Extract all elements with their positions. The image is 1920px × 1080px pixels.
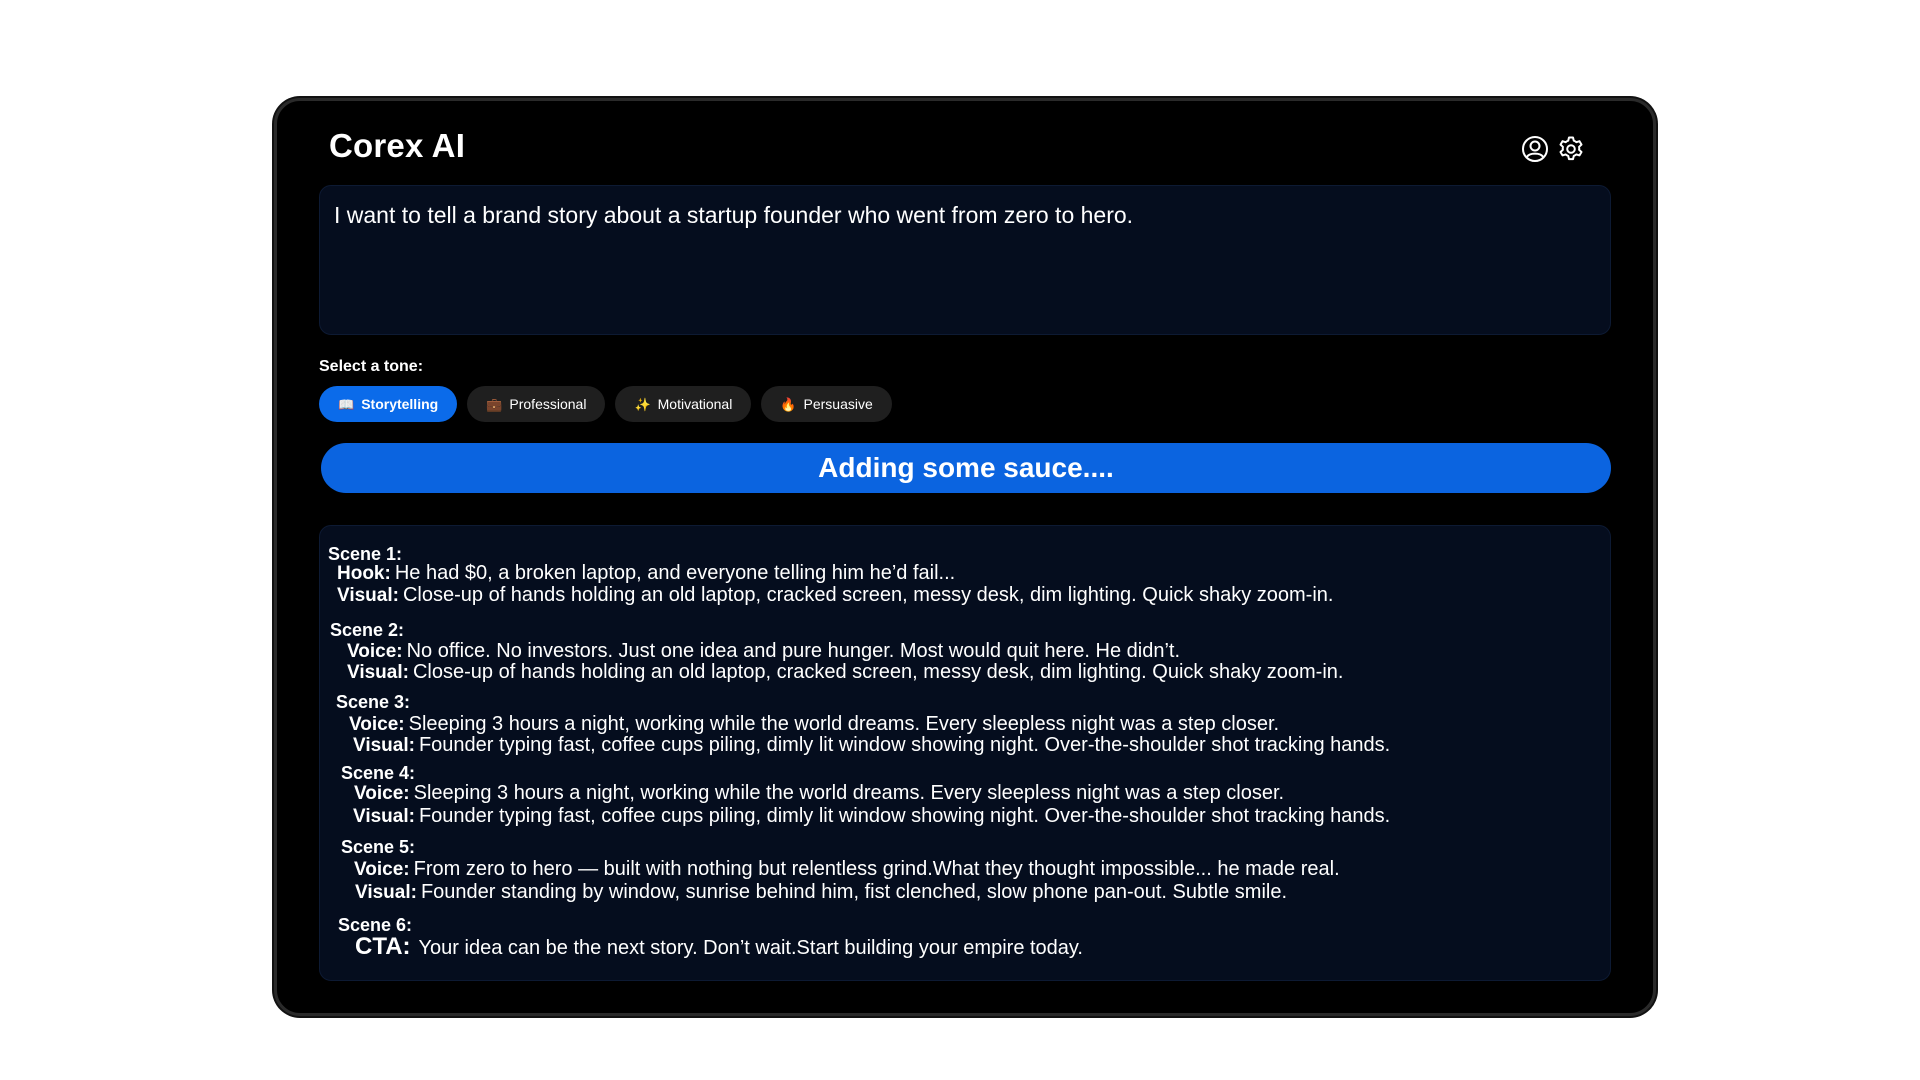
app-window: Corex AI I want to tell a brand story ab… <box>274 98 1656 1016</box>
generate-button-label: Adding some sauce.... <box>818 452 1114 483</box>
scene-line: Voice: From zero to hero — built with not… <box>354 858 1340 881</box>
line-key: Visual: <box>355 882 417 903</box>
line-key: Voice: <box>354 859 410 880</box>
scene-title: Scene 2: <box>330 620 405 640</box>
prompt-input[interactable]: I want to tell a brand story about a sta… <box>319 185 1611 335</box>
line-text: Your idea can be the next story. Don’t w… <box>418 937 1083 959</box>
scene-title: Scene 3: <box>336 692 411 712</box>
line-key: Hook: <box>337 563 391 584</box>
line-text: Founder typing fast, coffee cups piling,… <box>418 805 1391 827</box>
scene-line: Visual: Founder standing by window, sunri… <box>355 881 1287 904</box>
scene-title: Scene 5: <box>341 837 416 857</box>
sparkles-icon: ✨ <box>634 396 651 412</box>
user-icon <box>1522 136 1548 162</box>
line-text: From zero to hero — built with nothing b… <box>413 858 1340 880</box>
scene-line: CTA: Your idea can be the next story. Don… <box>355 933 1083 960</box>
prompt-text: I want to tell a brand story about a sta… <box>334 202 1134 228</box>
tone-chip-professional[interactable]: 💼 Professional <box>467 386 606 422</box>
line-key: Voice: <box>354 783 410 804</box>
tone-label: Select a tone: <box>319 358 424 375</box>
generate-button[interactable]: Adding some sauce.... <box>321 443 1611 493</box>
line-text: Close-up of hands holding an old laptop,… <box>402 584 1334 606</box>
tone-selector: 📖 Storytelling 💼 Professional ✨ Motivati… <box>319 386 892 422</box>
app-title: Corex AI <box>329 127 466 164</box>
tone-chip-label: Motivational <box>657 396 733 412</box>
tone-chip-storytelling[interactable]: 📖 Storytelling <box>319 386 458 422</box>
line-text: Founder typing fast, coffee cups piling,… <box>418 734 1391 756</box>
line-text: Sleeping 3 hours a night, working while … <box>408 713 1280 735</box>
line-text: He had $0, a broken laptop, and everyone… <box>394 562 956 584</box>
line-key: Visual: <box>337 585 399 606</box>
tone-chip-label: Persuasive <box>803 396 873 412</box>
line-text: Close-up of hands holding an old laptop,… <box>412 661 1344 683</box>
line-key: Voice: <box>347 641 403 662</box>
scene-title: Scene 4: <box>341 763 416 783</box>
line-text: No office. No investors. Just one idea a… <box>406 640 1181 662</box>
scene-line: Visual: Close-up of hands holding an old … <box>337 584 1333 607</box>
script-output-panel: Scene 1: Hook: He had $0, a broken laptop… <box>319 525 1611 981</box>
line-text: Founder standing by window, sunrise behi… <box>420 881 1288 903</box>
tone-chip-motivational[interactable]: ✨ Motivational <box>615 386 752 422</box>
scene-line: Voice: No office. No investors. Just one … <box>347 640 1180 663</box>
briefcase-icon: 💼 <box>486 396 503 412</box>
user-profile-button[interactable] <box>1519 133 1551 165</box>
scene-line: Voice: Sleeping 3 hours a night, working … <box>354 782 1284 805</box>
line-key: Visual: <box>353 735 415 756</box>
tone-chip-persuasive[interactable]: 🔥 Persuasive <box>761 386 892 422</box>
tone-chip-label: Professional <box>509 396 587 412</box>
header-actions <box>1519 133 1587 165</box>
line-key: Visual: <box>353 806 415 827</box>
scene-line: Visual: Founder typing fast, coffee cups … <box>353 805 1390 828</box>
line-key: CTA: <box>355 933 411 960</box>
scene-line: Voice: Sleeping 3 hours a night, working … <box>349 713 1279 736</box>
line-text: Sleeping 3 hours a night, working while … <box>413 782 1285 804</box>
tone-chip-label: Storytelling <box>361 396 439 412</box>
scene-line: Hook: He had $0, a broken laptop, and eve… <box>337 562 955 585</box>
fire-icon: 🔥 <box>780 396 797 412</box>
line-key: Visual: <box>347 662 409 683</box>
scene-line: Visual: Founder typing fast, coffee cups … <box>353 734 1390 757</box>
gear-icon <box>1559 136 1583 161</box>
line-key: Voice: <box>349 714 405 735</box>
book-icon: 📖 <box>338 396 355 412</box>
scene-line: Visual: Close-up of hands holding an old … <box>347 661 1343 684</box>
settings-button[interactable] <box>1555 133 1587 165</box>
